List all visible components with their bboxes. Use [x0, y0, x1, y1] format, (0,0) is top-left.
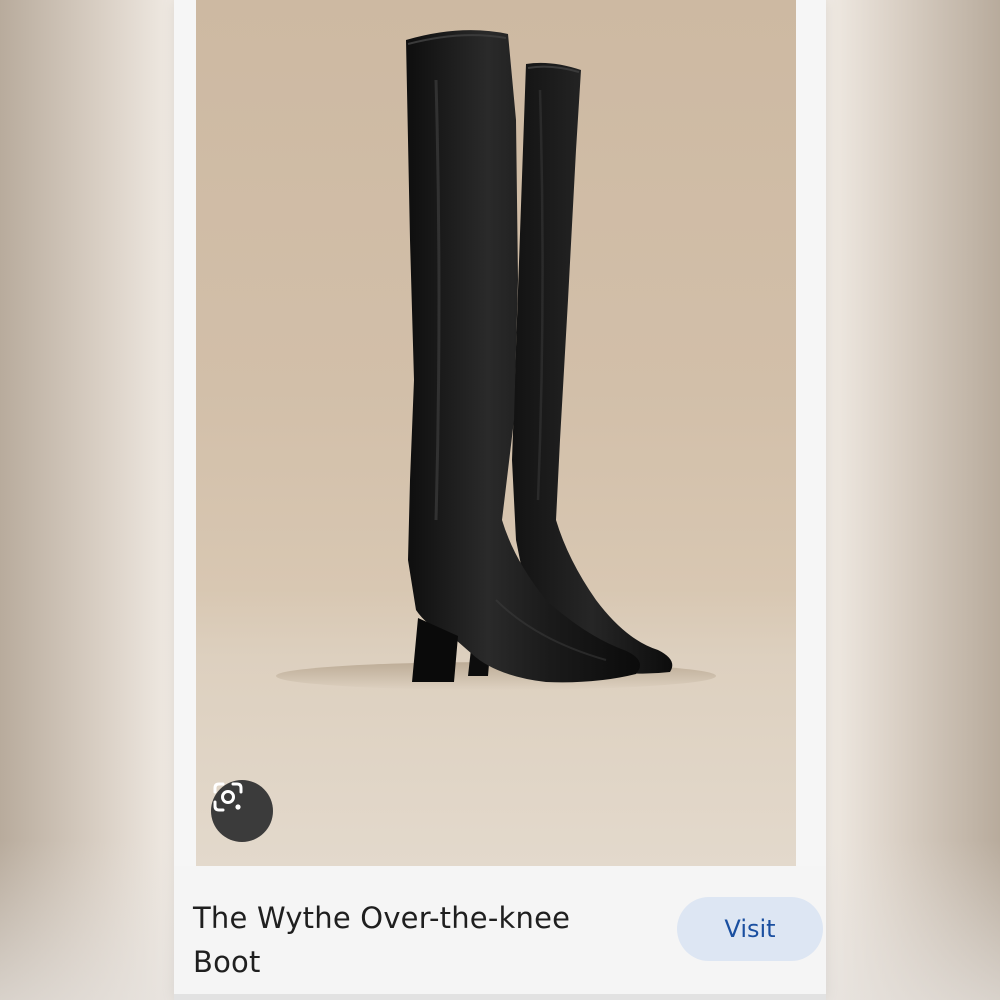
product-title[interactable]: The Wythe Over-the-knee Boot — [193, 896, 633, 984]
boots-illustration — [276, 30, 716, 690]
visit-button[interactable]: Visit — [677, 897, 823, 961]
google-lens-icon — [213, 782, 243, 812]
lens-search-button[interactable] — [211, 780, 273, 842]
back-boot — [512, 62, 673, 674]
image-result-card: The Wythe Over-the-knee Boot Visit — [174, 0, 826, 1000]
product-image[interactable] — [196, 0, 796, 866]
result-caption-row: The Wythe Over-the-knee Boot Visit — [174, 866, 826, 1000]
bottom-divider — [174, 994, 826, 1000]
